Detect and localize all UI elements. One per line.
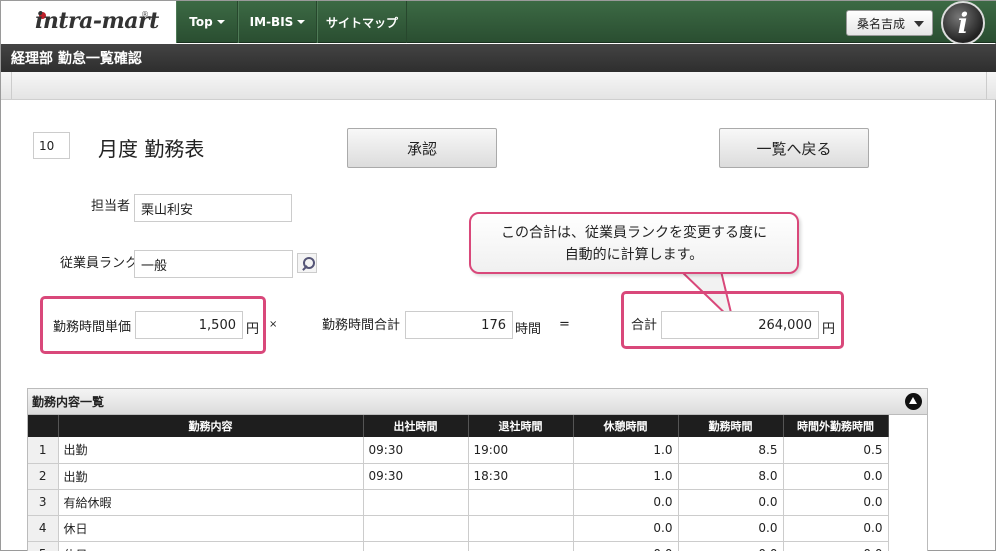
equals-symbol: = — [559, 317, 570, 332]
table-cell-break[interactable]: 0.0 — [573, 541, 679, 551]
page-heading: 月度 勤務表 — [98, 137, 205, 161]
person-field[interactable]: 栗山利安 — [134, 194, 292, 222]
table-cell-overtime[interactable]: 0.0 — [783, 515, 889, 542]
column-header[interactable]: 勤務時間 — [678, 415, 784, 437]
page-title: 経理部 勤怠一覧確認 — [1, 44, 996, 72]
unit-price-label: 勤務時間単価 — [53, 320, 132, 335]
table-cell-in[interactable] — [363, 541, 469, 551]
table-cell-content[interactable]: 休日 — [58, 541, 364, 551]
table-cell-content[interactable]: 出勤 — [58, 463, 364, 490]
table-cell-out[interactable] — [468, 515, 574, 542]
column-header[interactable]: 退社時間 — [468, 415, 574, 437]
table-cell-overtime[interactable]: 0.0 — [783, 463, 889, 490]
intra-mart-logo[interactable]: intra-mart ® — [1, 1, 176, 43]
table-cell-work[interactable]: 0.0 — [678, 541, 784, 551]
nav-sitemap[interactable]: サイトマップ — [317, 1, 407, 43]
chevron-down-icon — [297, 20, 306, 24]
table-cell-out[interactable]: 19:00 — [468, 437, 574, 464]
table-cell-work[interactable]: 8.0 — [678, 463, 784, 490]
table-cell-in[interactable] — [363, 515, 469, 542]
column-header[interactable]: 勤務内容 — [58, 415, 364, 437]
hours-label: 勤務時間合計 — [322, 318, 401, 333]
table-row[interactable]: 4 休日 0.0 0.0 0.0 — [28, 515, 889, 542]
table-cell-break[interactable]: 0.0 — [573, 489, 679, 516]
nav-top[interactable]: Top — [176, 1, 238, 43]
table-cell-out[interactable]: 18:30 — [468, 463, 574, 490]
column-header[interactable]: 出社時間 — [363, 415, 469, 437]
table-cell-overtime[interactable]: 0.0 — [783, 541, 889, 551]
table-cell-out[interactable] — [468, 541, 574, 551]
chevron-down-icon — [216, 20, 225, 24]
table-cell-overtime[interactable]: 0.0 — [783, 489, 889, 516]
table-cell-no: 2 — [28, 463, 59, 490]
hours-unit: 時間 — [515, 322, 542, 337]
nav-sitemap-label: サイトマップ — [325, 15, 398, 30]
table-cell-in[interactable]: 09:30 — [363, 437, 469, 464]
unit-price-unit: 円 — [246, 322, 260, 337]
table-cell-work[interactable]: 0.0 — [678, 515, 784, 542]
table-cell-break[interactable]: 0.0 — [573, 515, 679, 542]
approve-button[interactable]: 承認 — [347, 128, 497, 168]
callout-tooltip: この合計は、従業員ランクを変更する度に 自動的に計算します。 — [469, 212, 799, 274]
work-list-panel: 勤務内容一覧 勤務内容 出社時間 退社時間 休憩時間 勤務時間 時間外勤務時間 … — [27, 388, 928, 551]
nav-im-bis[interactable]: IM-BIS — [238, 1, 317, 43]
table-cell-break[interactable]: 1.0 — [573, 437, 679, 464]
person-label: 担当者 — [91, 199, 131, 214]
table-cell-no: 1 — [28, 437, 59, 464]
table-cell-break[interactable]: 1.0 — [573, 463, 679, 490]
hours-field[interactable]: 176 — [405, 311, 513, 339]
panel-title: 勤務内容一覧 — [32, 395, 105, 409]
callout-line-1: この合計は、従業員ランクを変更する度に — [501, 225, 767, 241]
column-header[interactable]: 休憩時間 — [573, 415, 679, 437]
table-cell-no: 5 — [28, 541, 59, 551]
callout-line-2: 自動的に計算します。 — [564, 247, 704, 263]
table-cell-out[interactable] — [468, 489, 574, 516]
back-to-list-button[interactable]: 一覧へ戻る — [719, 128, 869, 168]
search-icon[interactable] — [297, 253, 317, 273]
table-row[interactable]: 1 出勤 09:30 19:00 1.0 8.5 0.5 — [28, 437, 889, 464]
table-header-row: 勤務内容 出社時間 退社時間 休憩時間 勤務時間 時間外勤務時間 — [28, 415, 889, 437]
registered-icon: ® — [141, 10, 149, 19]
nav-im-bis-label: IM-BIS — [249, 15, 294, 29]
table-cell-content[interactable]: 有給休暇 — [58, 489, 364, 516]
column-header[interactable]: 時間外勤務時間 — [783, 415, 889, 437]
times-symbol: × — [269, 319, 278, 330]
work-table: 勤務内容 出社時間 退社時間 休憩時間 勤務時間 時間外勤務時間 1 出勤 09:3… — [28, 415, 889, 551]
table-row[interactable]: 5休日0.00.00.0 — [28, 541, 889, 551]
table-cell-work[interactable]: 0.0 — [678, 489, 784, 516]
table-cell-overtime[interactable]: 0.5 — [783, 437, 889, 464]
total-label: 合計 — [631, 318, 658, 333]
user-menu-dropdown[interactable]: 桑名吉成 — [846, 10, 933, 36]
panel-header: 勤務内容一覧 — [28, 389, 927, 415]
table-cell-in[interactable]: 09:30 — [363, 463, 469, 490]
table-cell-no: 3 — [28, 489, 59, 516]
table-cell-in[interactable] — [363, 489, 469, 516]
rank-label: 従業員ランク — [60, 256, 139, 271]
top-navbar: intra-mart ® Top IM-BIS サイトマップ 桑名吉成 i — [1, 1, 996, 45]
month-input[interactable]: 10 — [33, 132, 70, 159]
user-name: 桑名吉成 — [857, 16, 906, 31]
table-cell-no: 4 — [28, 515, 59, 542]
table-row[interactable]: 2 出勤 09:30 18:30 1.0 8.0 0.0 — [28, 463, 889, 490]
table-cell-work[interactable]: 8.5 — [678, 437, 784, 464]
table-cell-content[interactable]: 出勤 — [58, 437, 364, 464]
total-field[interactable]: 264,000 — [661, 311, 819, 339]
rank-field[interactable]: 一般 — [134, 250, 293, 278]
unit-price-field[interactable]: 1,500 — [135, 311, 243, 339]
total-unit: 円 — [822, 322, 836, 337]
chevron-down-icon — [914, 21, 924, 27]
collapse-up-icon[interactable] — [905, 393, 922, 410]
nav-top-label: Top — [189, 15, 213, 29]
table-cell-content[interactable]: 休日 — [58, 515, 364, 542]
toolbar-strip — [1, 72, 996, 100]
info-icon[interactable]: i — [941, 1, 985, 45]
column-header-no — [28, 415, 59, 437]
table-row[interactable]: 3 有給休暇 0.0 0.0 0.0 — [28, 489, 889, 516]
